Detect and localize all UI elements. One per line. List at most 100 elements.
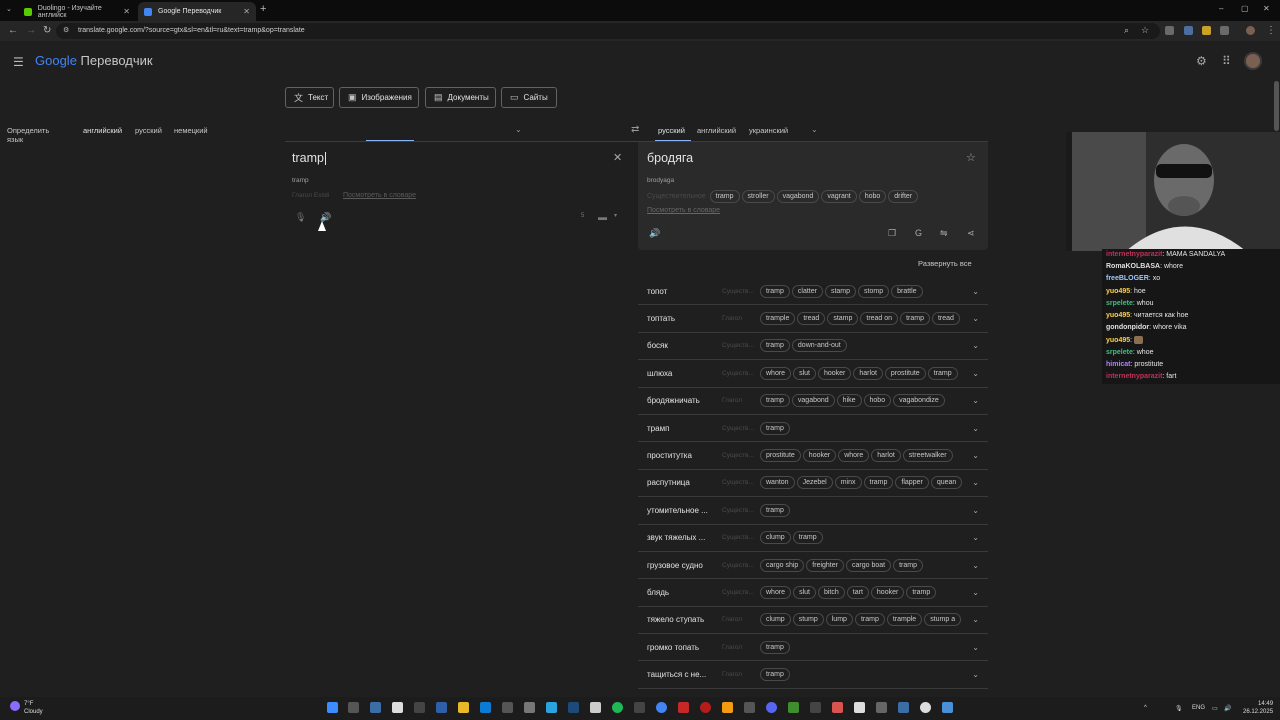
dictionary-row[interactable]: блядь Существ... whore slut bitch tart hooker t…	[638, 579, 988, 607]
dictionary-chip[interactable]: flapper	[895, 476, 929, 490]
source-lang-dropdown-icon[interactable]: ⌄	[515, 125, 522, 134]
mode-images-button[interactable]: ▣ Изображения	[339, 87, 419, 108]
mode-sites-button[interactable]: ▭ Сайты	[501, 87, 557, 108]
dictionary-chip[interactable]: streetwalker	[902, 449, 953, 463]
dictionary-chip[interactable]: quean	[930, 476, 962, 490]
dictionary-chip[interactable]: tramp	[900, 312, 930, 326]
microphone-tray-icon[interactable]: 🎙	[1175, 705, 1183, 712]
synonym-chip[interactable]: vagrant	[821, 190, 857, 203]
input-language[interactable]: ENG	[1192, 705, 1205, 711]
extension-icon[interactable]	[1165, 26, 1174, 35]
dictionary-chip[interactable]: tramp	[760, 421, 790, 435]
dictionary-chip[interactable]: hooker	[870, 585, 905, 599]
save-translation-star-icon[interactable]: ☆	[966, 151, 976, 164]
dictionary-chip[interactable]: freighter	[806, 558, 844, 572]
bookmark-star-icon[interactable]: ☆	[1141, 25, 1149, 36]
dictionary-chip[interactable]: tramp	[760, 640, 790, 654]
lang-english-tab[interactable]: английский	[697, 126, 736, 135]
browser-menu-icon[interactable]: ⋮	[1266, 25, 1276, 36]
chat-username[interactable]: freeBLOGER	[1106, 275, 1149, 282]
dictionary-chip[interactable]: down-and-out	[791, 339, 847, 353]
hamburger-menu-icon[interactable]: ☰	[13, 55, 24, 69]
expand-row-chevron-icon[interactable]: ⌄	[972, 561, 979, 570]
dictionary-chip[interactable]: harlot	[871, 449, 901, 463]
synonym-chip[interactable]: vagabond	[776, 190, 820, 203]
close-window-icon[interactable]: ✕	[1263, 4, 1270, 13]
extension-icon[interactable]	[1184, 26, 1193, 35]
dictionary-chip[interactable]: slut	[793, 366, 816, 380]
dictionary-chip[interactable]: tread on	[860, 312, 899, 326]
steam-icon[interactable]	[568, 702, 579, 713]
lang-english-tab[interactable]: английский	[83, 126, 122, 135]
source-text-input[interactable]: tramp	[292, 151, 326, 166]
dictionary-chip[interactable]: hooker	[817, 366, 852, 380]
keyboard-dropdown-icon[interactable]: ▾	[614, 212, 617, 219]
dictionary-chip[interactable]: stomp	[858, 284, 890, 298]
google-search-icon[interactable]: G	[915, 228, 922, 238]
microphone-icon[interactable]: 🎙	[295, 212, 306, 223]
tab-search-icon[interactable]: ⌄	[6, 5, 12, 13]
dictionary-chip[interactable]: vagabondize	[893, 394, 945, 408]
dictionary-chip[interactable]: clump	[760, 531, 791, 545]
maximize-icon[interactable]: ▢	[1241, 4, 1249, 13]
volume-icon[interactable]: 🔊	[1224, 705, 1231, 712]
dictionary-chip[interactable]: clump	[760, 613, 791, 627]
lang-russian-tab[interactable]: русский	[658, 126, 685, 135]
app-icon[interactable]	[832, 702, 843, 713]
copy-icon[interactable]: ❐	[888, 228, 896, 239]
synonym-chip[interactable]: hobo	[858, 190, 887, 203]
app-icon[interactable]	[480, 702, 491, 713]
dictionary-chip[interactable]: tramp	[760, 339, 790, 353]
dictionary-chip[interactable]: tramp	[792, 531, 823, 545]
keyboard-icon[interactable]: ▬	[598, 212, 607, 222]
settings-gear-icon[interactable]: ⚙	[1196, 54, 1207, 68]
dictionary-row[interactable]: распутница Существ... wanton Jezebel minx tra…	[638, 470, 988, 498]
dictionary-chip[interactable]: tramp	[863, 476, 894, 490]
dictionary-chip[interactable]: tramp	[906, 585, 937, 599]
app-icon[interactable]	[634, 702, 645, 713]
reload-icon[interactable]: ↻	[43, 25, 51, 36]
google-translate-logo[interactable]: Google Переводчик	[35, 53, 153, 68]
dictionary-row[interactable]: трамп Существ... tramp ⌄	[638, 415, 988, 443]
dictionary-chip[interactable]: tramp	[927, 366, 958, 380]
clear-source-icon[interactable]: ✕	[613, 151, 622, 164]
expand-row-chevron-icon[interactable]: ⌄	[972, 588, 979, 597]
chat-username[interactable]: yuo495	[1106, 312, 1130, 319]
dictionary-chip[interactable]: prostitute	[884, 366, 926, 380]
dictionary-chip[interactable]: cargo ship	[760, 558, 805, 572]
lang-german-tab[interactable]: немецкий	[174, 126, 208, 135]
dictionary-chip[interactable]: tramp	[854, 613, 885, 627]
dictionary-chip[interactable]: lump	[825, 613, 853, 627]
synonym-chip[interactable]: stroller	[741, 190, 775, 203]
dictionary-chip[interactable]: stump	[792, 613, 824, 627]
expand-row-chevron-icon[interactable]: ⌄	[972, 451, 979, 460]
app-icon[interactable]	[810, 702, 821, 713]
dictionary-chip[interactable]: stump a	[924, 613, 962, 627]
chat-username[interactable]: srpelete	[1106, 349, 1133, 356]
network-icon[interactable]: ▭	[1212, 705, 1218, 712]
share-icon[interactable]: ⋖	[967, 228, 975, 239]
tab-duolingo[interactable]: Duolingo - Изучайте английск ✕	[18, 2, 136, 21]
dictionary-chip[interactable]: clatter	[791, 284, 823, 298]
dictionary-chip[interactable]: stamp	[827, 312, 859, 326]
app-icon[interactable]	[722, 702, 733, 713]
app-icon[interactable]	[502, 702, 513, 713]
extension-icon[interactable]	[1202, 26, 1211, 35]
new-tab-button[interactable]: +	[260, 3, 266, 15]
dictionary-chip[interactable]: trample	[760, 312, 796, 326]
account-avatar[interactable]	[1244, 52, 1262, 70]
weather-icon[interactable]	[10, 701, 20, 711]
dictionary-chip[interactable]: tramp	[760, 668, 790, 682]
page-scrollbar[interactable]	[1274, 81, 1279, 131]
spotify-icon[interactable]	[612, 702, 623, 713]
app-icon[interactable]	[700, 702, 711, 713]
app-icon[interactable]	[920, 702, 931, 713]
minecraft-icon[interactable]	[788, 702, 799, 713]
expand-row-chevron-icon[interactable]: ⌄	[972, 615, 979, 624]
dictionary-chip[interactable]: cargo boat	[845, 558, 892, 572]
dictionary-chip[interactable]: tramp	[760, 284, 790, 298]
dictionary-row[interactable]: грузовое судно Существ... cargo ship freigh…	[638, 552, 988, 580]
chat-username[interactable]: himicat	[1106, 361, 1131, 368]
search-icon[interactable]	[348, 702, 359, 713]
expand-row-chevron-icon[interactable]: ⌄	[972, 424, 979, 433]
